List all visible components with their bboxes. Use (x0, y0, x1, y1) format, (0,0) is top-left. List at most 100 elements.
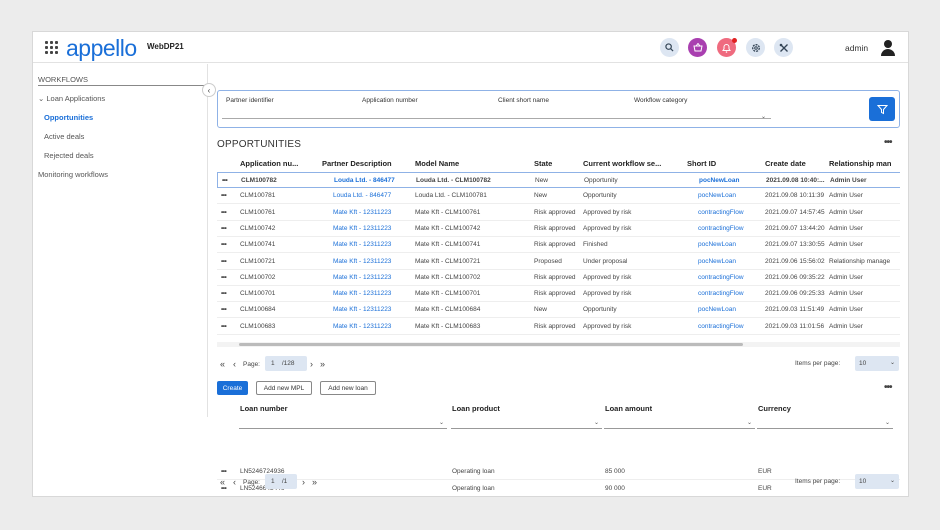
table-row[interactable]: ••• CLM100721 Mate Kft - 12311223 Mate Kft … (217, 254, 900, 270)
table-cell[interactable]: Mate Kft - 12311223 (333, 258, 391, 265)
table-row[interactable]: ••• CLM100782 Louda Ltd. - 846477 Louda Ltd… (217, 172, 900, 188)
table-cell[interactable]: pocNewLoan (699, 177, 739, 184)
row-actions-icon[interactable]: ••• (221, 258, 227, 265)
column-header[interactable]: Partner Description (322, 159, 392, 168)
opportunities-table: Application nu... Partner Description Mo… (217, 154, 900, 346)
first-page-icon[interactable]: « (220, 359, 225, 369)
row-actions-icon[interactable]: ••• (221, 274, 227, 281)
sidebar-item-monitoring-workflows[interactable]: Monitoring workflows (38, 170, 108, 179)
table-cell[interactable]: Louda Ltd. - 846477 (333, 192, 391, 199)
row-actions-icon[interactable]: ••• (222, 177, 228, 184)
table-cell[interactable]: Mate Kft - 12311223 (333, 323, 391, 330)
table-cell[interactable]: pocNewLoan (698, 192, 736, 199)
partner-identifier-field[interactable]: Partner identifier (226, 97, 274, 104)
table-cell[interactable]: Louda Ltd. - 846477 (334, 177, 395, 184)
table-cell[interactable]: pocNewLoan (698, 241, 736, 248)
table-cell[interactable]: Mate Kft - 12311223 (333, 241, 391, 248)
application-number-field[interactable]: Application number (362, 97, 418, 104)
chevron-down-icon[interactable]: ⌄ (761, 113, 766, 120)
create-button[interactable]: Create (217, 381, 248, 395)
row-actions-icon[interactable]: ••• (221, 468, 227, 475)
loan-amount-filter[interactable]: ⌄ (604, 417, 755, 429)
sidebar-item-opportunities[interactable]: Opportunities (44, 113, 93, 122)
table-row[interactable]: ••• CLM100683 Mate Kft - 12311223 Mate Kft … (217, 319, 900, 335)
workflow-category-select[interactable]: Workflow category (634, 97, 687, 104)
items-per-page-select[interactable]: 10 ⌄ (855, 474, 899, 489)
items-per-page-value: 10 (859, 360, 867, 367)
collapse-sidebar-button[interactable]: ‹ (202, 83, 216, 97)
row-actions-icon[interactable]: ••• (221, 323, 227, 330)
table-row[interactable]: ••• CLM100702 Mate Kft - 12311223 Mate Kft … (217, 270, 900, 286)
column-header[interactable]: Loan number (240, 404, 288, 413)
row-actions-icon[interactable]: ••• (221, 306, 227, 313)
row-actions-icon[interactable]: ••• (221, 209, 227, 216)
column-header[interactable]: Model Name (415, 159, 459, 168)
column-header[interactable]: Short ID (687, 159, 716, 168)
more-options-icon[interactable]: ••• (884, 382, 892, 393)
basket-icon[interactable] (688, 38, 707, 57)
column-header[interactable]: Create date (765, 159, 806, 168)
sidebar-group-loan-applications[interactable]: ⌄ Loan Applications (38, 94, 105, 103)
table-row[interactable]: ••• CLM100684 Mate Kft - 12311223 Mate Kft … (217, 302, 900, 319)
table-cell[interactable]: pocNewLoan (698, 258, 736, 265)
horizontal-scrollbar[interactable] (239, 343, 743, 346)
table-row[interactable]: ••• CLM100701 Mate Kft - 12311223 Mate Kft … (217, 286, 900, 303)
prev-page-icon[interactable]: ‹ (233, 477, 236, 487)
sidebar-item-active-deals[interactable]: Active deals (44, 132, 84, 141)
page-input[interactable]: 1 /128 (265, 356, 307, 371)
add-new-loan-button[interactable]: Add new loan (320, 381, 376, 395)
user-name[interactable]: admin (845, 43, 868, 53)
column-header[interactable]: Application nu... (240, 159, 298, 168)
table-cell[interactable]: Mate Kft - 12311223 (333, 290, 391, 297)
column-header[interactable]: State (534, 159, 552, 168)
table-row[interactable]: ••• CLM100761 Mate Kft - 12311223 Mate Kft … (217, 205, 900, 221)
currency-filter[interactable]: ⌄ (757, 417, 893, 429)
add-new-mpl-button[interactable]: Add new MPL (256, 381, 312, 395)
loan-number-filter[interactable]: ⌄ (239, 417, 447, 429)
table-cell[interactable]: pocNewLoan (698, 306, 736, 313)
last-page-icon[interactable]: » (312, 477, 317, 487)
column-header[interactable]: Current workflow se... (583, 159, 661, 168)
column-header[interactable]: Relationship man (829, 159, 892, 168)
items-per-page-select[interactable]: 10 ⌄ (855, 356, 899, 371)
prev-page-icon[interactable]: ‹ (233, 359, 236, 369)
table-cell[interactable]: contractingFlow (698, 323, 744, 330)
column-header[interactable]: Currency (758, 404, 791, 413)
tools-icon[interactable] (774, 38, 793, 57)
table-row[interactable]: ••• CLM100742 Mate Kft - 12311223 Mate Kft … (217, 221, 900, 237)
first-page-icon[interactable]: « (220, 477, 225, 487)
column-header[interactable]: Loan amount (605, 404, 652, 413)
row-actions-icon[interactable]: ••• (221, 192, 227, 199)
gear-icon[interactable] (746, 38, 765, 57)
table-row[interactable]: ••• CLM100781 Louda Ltd. - 846477 Louda Ltd… (217, 188, 900, 205)
logo[interactable]: appello (66, 35, 137, 62)
bell-icon[interactable] (717, 38, 737, 57)
table-cell[interactable]: contractingFlow (698, 274, 744, 281)
table-cell[interactable]: Mate Kft - 12311223 (333, 209, 391, 216)
next-page-icon[interactable]: › (302, 477, 305, 487)
table-cell[interactable]: Mate Kft - 12311223 (333, 225, 391, 232)
row-actions-icon[interactable]: ••• (221, 225, 227, 232)
more-options-icon[interactable]: ••• (884, 137, 892, 148)
table-cell[interactable]: Mate Kft - 12311223 (333, 306, 391, 313)
filter-button[interactable] (869, 97, 895, 121)
page-input[interactable]: 1 /1 (265, 474, 297, 489)
table-cell[interactable]: contractingFlow (698, 290, 744, 297)
column-header[interactable]: Loan product (452, 404, 500, 413)
table-cell: New (535, 177, 549, 184)
app-grid-icon[interactable] (45, 41, 58, 54)
table-cell[interactable]: contractingFlow (698, 209, 744, 216)
sidebar-item-rejected-deals[interactable]: Rejected deals (44, 151, 94, 160)
client-short-name-field[interactable]: Client short name (498, 97, 549, 104)
table-cell[interactable]: contractingFlow (698, 225, 744, 232)
next-page-icon[interactable]: › (310, 359, 313, 369)
last-page-icon[interactable]: » (320, 359, 325, 369)
user-icon[interactable] (881, 40, 895, 56)
table-cell[interactable]: Mate Kft - 12311223 (333, 274, 391, 281)
row-actions-icon[interactable]: ••• (221, 241, 227, 248)
table-row[interactable]: ••• CLM100741 Mate Kft - 12311223 Mate Kft … (217, 237, 900, 254)
search-icon[interactable] (660, 38, 679, 57)
row-actions-icon[interactable]: ••• (221, 290, 227, 297)
table-cell: Operating loan (452, 468, 495, 475)
loan-product-filter[interactable]: ⌄ (451, 417, 602, 429)
